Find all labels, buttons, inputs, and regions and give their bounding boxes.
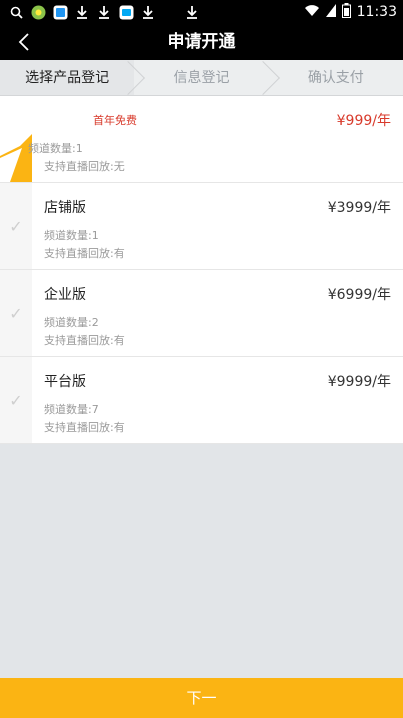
plan-name: 店铺版 xyxy=(44,200,86,216)
plan-name: 企业版 xyxy=(44,287,86,303)
system-status: 11:33 xyxy=(304,0,397,24)
plan-price: ¥3999/年 xyxy=(327,200,391,216)
plan-item[interactable]: ✓ 企业版 ¥6999/年 频道数量:2 支持直播回放:有 xyxy=(0,270,403,357)
check-icon: ✓ xyxy=(0,357,32,443)
step-label: 信息登记 xyxy=(173,70,230,86)
step-label: 选择产品登记 xyxy=(25,70,110,86)
download-icon xyxy=(140,4,156,20)
promo-label: 首年免费 xyxy=(93,114,137,127)
plan-playback: 支持直播回放:有 xyxy=(44,334,125,347)
browser-icon xyxy=(118,4,134,20)
plan-playback: 支持直播回放:有 xyxy=(44,421,125,434)
download-icon xyxy=(74,4,90,20)
next-button[interactable]: 下一 xyxy=(0,678,403,718)
plan-price: ¥9999/年 xyxy=(327,374,391,390)
plan-playback: 支持直播回放:有 xyxy=(44,247,125,260)
download-icon xyxy=(96,4,112,20)
plan-name: 平台版 xyxy=(44,374,86,390)
plan-item[interactable]: 首年免费 ¥999/年 频道数量:1 支持直播回放:无 xyxy=(0,96,403,183)
signal-icon xyxy=(325,3,336,21)
step-select-product: 选择产品登记 xyxy=(0,60,146,95)
clock: 11:33 xyxy=(356,4,397,20)
plan-channels: 频道数量:1 xyxy=(28,142,83,155)
title-bar: 申请开通 xyxy=(0,24,403,60)
plan-price: ¥999/年 xyxy=(336,113,391,129)
plan-channels: 频道数量:2 xyxy=(44,316,99,329)
app-icon xyxy=(30,4,46,20)
step-payment: 确认支付 xyxy=(269,60,403,95)
plan-item[interactable]: ✓ 店铺版 ¥3999/年 频道数量:1 支持直播回放:有 xyxy=(0,183,403,270)
plan-channels: 频道数量:7 xyxy=(44,403,99,416)
page-title: 申请开通 xyxy=(167,32,236,52)
step-progress: 选择产品登记 信息登记 确认支付 xyxy=(0,60,403,96)
notification-icons xyxy=(0,0,200,24)
blank-icon xyxy=(162,4,178,20)
plan-price: ¥6999/年 xyxy=(327,287,391,303)
wifi-icon xyxy=(304,4,320,21)
plan-playback: 支持直播回放:无 xyxy=(44,160,125,173)
step-label: 确认支付 xyxy=(307,70,364,86)
check-icon: ✓ xyxy=(0,183,32,269)
battery-icon xyxy=(341,2,351,22)
search-icon xyxy=(8,4,24,20)
check-icon: ✓ xyxy=(0,270,32,356)
status-bar: 11:33 xyxy=(0,0,403,24)
step-info: 信息登记 xyxy=(134,60,280,95)
plan-list: 首年免费 ¥999/年 频道数量:1 支持直播回放:无 ✓ 店铺版 ¥3999/… xyxy=(0,96,403,444)
download-icon xyxy=(184,4,200,20)
plan-item[interactable]: ✓ 平台版 ¥9999/年 频道数量:7 支持直播回放:有 xyxy=(0,357,403,444)
gallery-icon xyxy=(52,4,68,20)
plan-channels: 频道数量:1 xyxy=(44,229,99,242)
